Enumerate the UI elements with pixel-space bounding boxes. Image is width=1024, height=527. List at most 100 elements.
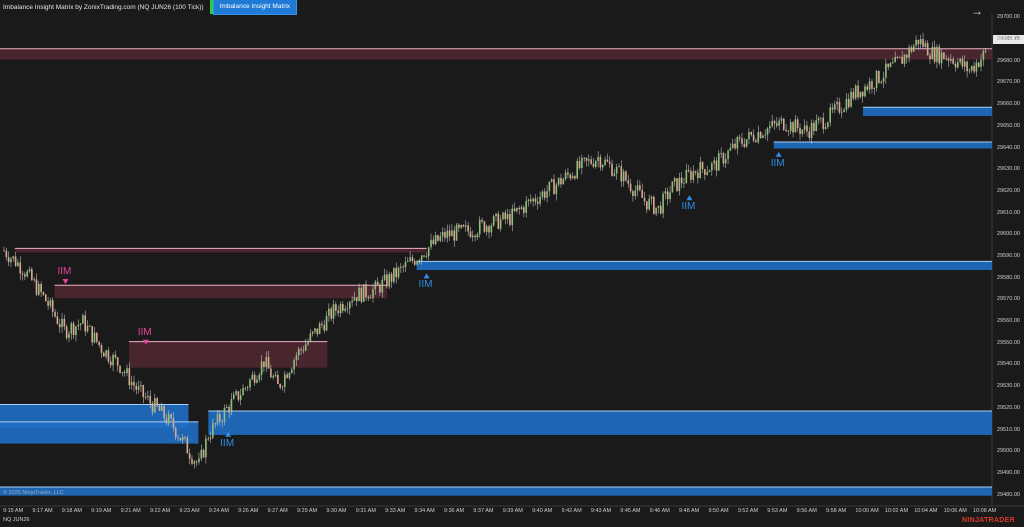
candle-body [785, 129, 787, 132]
copyright-text: © 2026 NinjaTrader, LLC [3, 490, 64, 496]
time-tick-label: 9:45 AM [620, 508, 641, 514]
price-tick-label: 29540.00 [997, 361, 1020, 368]
time-tick-label: 9:43 AM [590, 508, 612, 514]
candle-body [871, 81, 873, 89]
chart-canvas[interactable] [0, 0, 1024, 527]
candle-body [144, 396, 147, 398]
candle-body [857, 85, 859, 98]
candle-body [954, 63, 957, 68]
price-tick-label: 29510.00 [997, 426, 1020, 433]
candle-body [485, 226, 488, 232]
candle-body [827, 122, 829, 128]
candle-body [297, 348, 300, 356]
chart-panel[interactable]: Imbalance Insight Matrix by ZonixTrading… [0, 0, 1024, 527]
candle-body [910, 47, 913, 52]
time-tick-label: 10:06 AM [943, 508, 967, 514]
candle-body [583, 157, 586, 159]
price-tick-label: 29670.00 [997, 79, 1020, 86]
candle-body [847, 98, 850, 107]
candle-body [31, 269, 33, 281]
candle-body [838, 101, 841, 113]
candle-body [952, 58, 955, 64]
candle-body [513, 208, 516, 212]
candle-body [676, 178, 678, 191]
candle-body [873, 87, 876, 89]
candle-body [17, 262, 19, 266]
candle-body [207, 438, 210, 440]
candle-body [135, 385, 138, 390]
candle-body [147, 395, 149, 398]
candle-body [383, 274, 386, 280]
candle-body [105, 350, 107, 357]
candle-body [274, 375, 277, 377]
candle-body [787, 131, 790, 132]
candle-body [729, 147, 732, 151]
time-tick-label: 10:00 AM [855, 508, 879, 514]
candle-body [342, 303, 344, 311]
candle-body [453, 230, 456, 241]
candle-body [697, 172, 699, 179]
candle-body [632, 191, 634, 196]
candle-body [263, 361, 265, 367]
candle-body [734, 143, 736, 149]
candle-body [539, 196, 541, 204]
candle-body [109, 361, 112, 366]
candle-body [597, 156, 599, 162]
price-tick-label: 29600.00 [997, 231, 1020, 238]
candle-body [759, 132, 762, 138]
candle-body [390, 273, 393, 282]
candle-body [154, 398, 156, 413]
candle-body [314, 328, 316, 332]
candle-body [634, 190, 637, 196]
candle-body [200, 449, 203, 459]
bear-zone-3 [128, 341, 328, 368]
candle-body [499, 219, 502, 229]
candle-body [100, 345, 103, 353]
candle-body [852, 91, 855, 99]
candle-body [242, 387, 244, 396]
time-tick-label: 9:56 AM [796, 508, 817, 514]
candle-body [495, 213, 497, 217]
candle-body [704, 169, 706, 175]
candle-body [5, 250, 8, 258]
time-tick-label: 9:15 AM [3, 508, 24, 514]
candle-body [834, 104, 836, 110]
time-tick-label: 9:50 AM [708, 508, 729, 514]
candle-body [374, 281, 377, 290]
indicator-button[interactable]: Imbalance Insight Matrix [212, 0, 298, 15]
candle-body [585, 157, 588, 161]
time-tick-label: 9:29 AM [296, 508, 318, 514]
candle-body [158, 405, 161, 411]
price-tick-label: 29660.00 [997, 101, 1020, 108]
candle-body [346, 308, 349, 310]
candle-body [525, 201, 527, 213]
candle-body [260, 361, 263, 375]
candle-body [926, 43, 929, 56]
candle-body [126, 368, 128, 374]
candle-body [706, 171, 709, 175]
candle-body [40, 283, 42, 293]
candle-body [386, 274, 388, 287]
candle-body [569, 174, 572, 179]
candle-body [755, 140, 757, 143]
candle-body [671, 181, 674, 193]
candle-body [613, 173, 616, 176]
candle-body [89, 325, 91, 327]
candle-body [690, 171, 692, 180]
candle-body [898, 56, 901, 58]
candle-body [806, 125, 808, 132]
candle-body [915, 39, 917, 46]
candle-body [283, 374, 286, 387]
candle-body [441, 232, 444, 237]
candle-body [773, 121, 776, 124]
arrow-right-icon[interactable]: → [970, 4, 984, 18]
candle-body [864, 86, 866, 97]
candle-body [581, 157, 583, 169]
candle-body [116, 357, 119, 366]
candle-body [483, 221, 486, 232]
candle-body [782, 118, 785, 130]
candle-body [86, 325, 89, 332]
price-tick-label: 29630.00 [997, 166, 1020, 173]
candle-body [462, 224, 465, 227]
candle-body [339, 303, 342, 314]
